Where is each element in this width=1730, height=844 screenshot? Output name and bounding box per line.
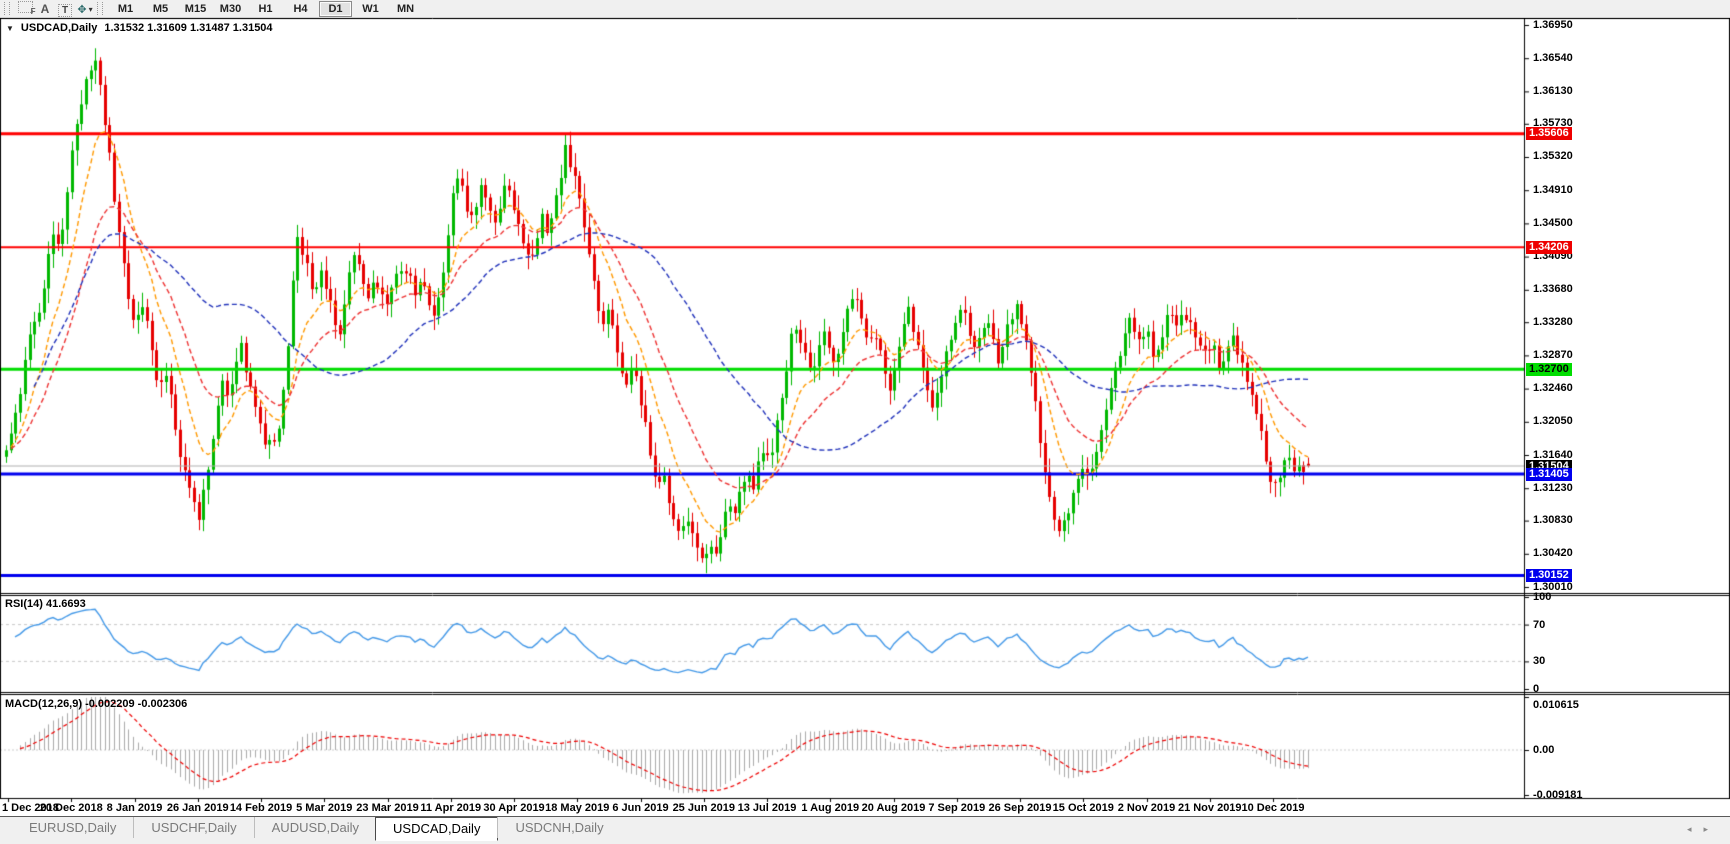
price-tick-label: 1.34910 — [1533, 184, 1573, 196]
chart-window: ▼ USDCAD,Daily 1.31532 1.31609 1.31487 1… — [0, 18, 1730, 816]
price-tick-label: 1.34500 — [1533, 217, 1573, 229]
chart-tabs: EURUSD,DailyUSDCHF,DailyAUDUSD,DailyUSDC… — [0, 817, 1730, 844]
tab-eurusd[interactable]: EURUSD,Daily — [12, 817, 133, 838]
price-tick-label: 1.35320 — [1533, 150, 1573, 162]
macd-tick-label: 0.00 — [1533, 744, 1554, 756]
date-axis-label: 25 Jun 2019 — [673, 802, 735, 814]
rsi-tick-label: 70 — [1533, 619, 1545, 631]
date-axis-label: 30 Apr 2019 — [483, 802, 544, 814]
macd-indicator-label: MACD(12,26,9) -0.002209 -0.002306 — [5, 698, 187, 710]
timeframes-toolbar: M1M5M15M30H1H4D1W1MN — [108, 1, 423, 17]
chart-canvas[interactable] — [0, 18, 1730, 816]
macd-tick-label: -0.009181 — [1533, 789, 1583, 801]
date-axis-label: 13 Jul 2019 — [738, 802, 797, 814]
date-axis-label: 15 Oct 2019 — [1053, 802, 1114, 814]
top-toolbar: FAT✥▾ M1M5M15M30H1H4D1W1MN — [0, 0, 1730, 18]
timeframe-button-m1[interactable]: M1 — [109, 1, 142, 17]
price-tick-label: 1.33680 — [1533, 283, 1573, 295]
toolbar-grip[interactable] — [4, 2, 10, 15]
fibonacci-tool-icon[interactable]: F — [16, 0, 34, 14]
price-tick-label: 1.36950 — [1533, 19, 1573, 31]
chart-title: ▼ USDCAD,Daily 1.31532 1.31609 1.31487 1… — [6, 22, 273, 34]
price-tick-label: 1.32870 — [1533, 349, 1573, 361]
price-tick-label: 1.36130 — [1533, 85, 1573, 97]
date-axis-label: 26 Sep 2019 — [989, 802, 1052, 814]
date-axis-label: 20 Dec 2018 — [40, 802, 103, 814]
rsi-indicator-label: RSI(14) 41.6693 — [5, 598, 86, 610]
price-tick-label: 1.36540 — [1533, 52, 1573, 64]
date-axis-label: 8 Jan 2019 — [107, 802, 163, 814]
price-level-badge: 1.31405 — [1526, 468, 1572, 481]
timeframe-button-mn[interactable]: MN — [389, 1, 422, 17]
date-axis-label: 1 Aug 2019 — [801, 802, 859, 814]
date-axis-label: 26 Jan 2019 — [167, 802, 229, 814]
date-axis-label: 21 Nov 2019 — [1178, 802, 1242, 814]
cursor-options-icon[interactable]: ✥▾ — [76, 2, 94, 17]
price-tick-label: 1.31230 — [1533, 482, 1573, 494]
price-level-badge: 1.35606 — [1526, 127, 1572, 140]
timeframe-button-h1[interactable]: H1 — [249, 1, 282, 17]
tab-usdcad[interactable]: USDCAD,Daily — [375, 817, 498, 841]
rsi-tick-label: 100 — [1533, 591, 1551, 603]
tab-scroll-left-icon[interactable]: ◂ — [1687, 824, 1704, 834]
rsi-tick-label: 0 — [1533, 683, 1539, 695]
chart-ohlc-values: 1.31532 1.31609 1.31487 1.31504 — [104, 22, 272, 34]
timeframe-button-m15[interactable]: M15 — [179, 1, 212, 17]
line-studies-toolbar: FAT✥▾ — [15, 0, 95, 18]
date-axis-label: 7 Sep 2019 — [928, 802, 985, 814]
price-tick-label: 1.32460 — [1533, 382, 1573, 394]
label-tool-icon[interactable]: A — [36, 1, 54, 16]
chevron-down-icon[interactable]: ▼ — [6, 24, 14, 33]
date-axis-label: 5 Mar 2019 — [296, 802, 352, 814]
date-axis-label: 11 Apr 2019 — [420, 802, 481, 814]
date-axis-label: 18 May 2019 — [545, 802, 609, 814]
timeframe-button-m5[interactable]: M5 — [144, 1, 177, 17]
price-tick-label: 1.30420 — [1533, 547, 1573, 559]
date-axis-label: 23 Mar 2019 — [356, 802, 418, 814]
timeframe-button-h4[interactable]: H4 — [284, 1, 317, 17]
price-level-badge: 1.32700 — [1526, 363, 1572, 376]
text-tool-icon[interactable]: T — [56, 3, 74, 18]
price-tick-label: 1.33280 — [1533, 316, 1573, 328]
price-tick-label: 1.32050 — [1533, 415, 1573, 427]
tab-audusd[interactable]: AUDUSD,Daily — [254, 817, 376, 838]
price-level-badge: 1.30152 — [1526, 569, 1572, 582]
date-axis-label: 14 Feb 2019 — [230, 802, 292, 814]
tab-usdchf[interactable]: USDCHF,Daily — [133, 817, 253, 838]
timeframe-button-w1[interactable]: W1 — [354, 1, 387, 17]
date-axis-label: 10 Dec 2019 — [1242, 802, 1305, 814]
tab-scroll-right-icon[interactable]: ▸ — [1703, 824, 1720, 834]
date-axis-label: 20 Aug 2019 — [862, 802, 926, 814]
toolbar-grip[interactable] — [97, 2, 103, 15]
rsi-tick-label: 30 — [1533, 655, 1545, 667]
timeframe-button-d1[interactable]: D1 — [319, 1, 352, 17]
price-tick-label: 1.30830 — [1533, 514, 1573, 526]
chart-tab-bar: EURUSD,DailyUSDCHF,DailyAUDUSD,DailyUSDC… — [0, 816, 1730, 844]
tab-usdcnh[interactable]: USDCNH,Daily — [497, 817, 620, 838]
macd-tick-label: 0.010615 — [1533, 699, 1579, 711]
price-level-badge: 1.34206 — [1526, 241, 1572, 254]
date-axis-label: 6 Jun 2019 — [612, 802, 668, 814]
timeframe-button-m30[interactable]: M30 — [214, 1, 247, 17]
chart-symbol-label: USDCAD,Daily — [21, 22, 97, 34]
date-axis-label: 2 Nov 2019 — [1118, 802, 1175, 814]
